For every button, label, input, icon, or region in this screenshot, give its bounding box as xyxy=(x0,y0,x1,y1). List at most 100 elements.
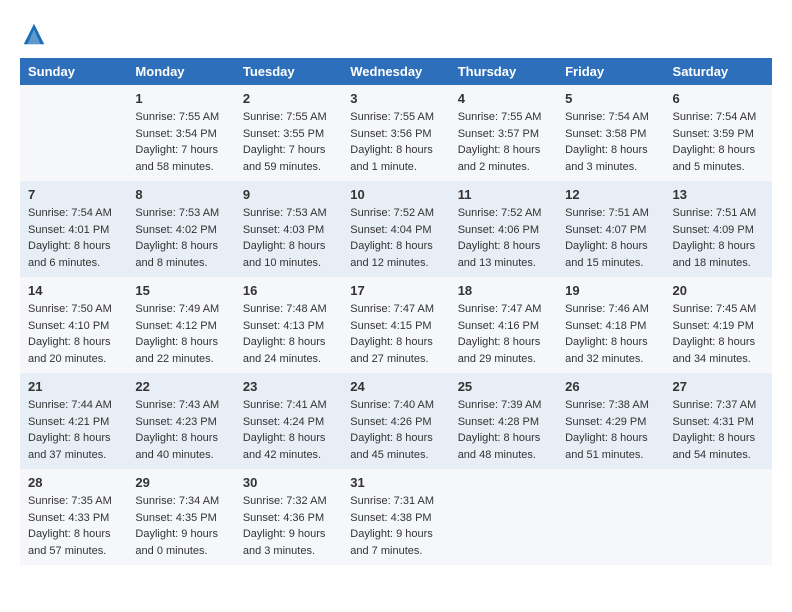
day-number: 18 xyxy=(458,283,549,298)
calendar-cell: 18 Sunrise: 7:47 AMSunset: 4:16 PMDayligh… xyxy=(450,277,557,373)
day-number: 29 xyxy=(135,475,226,490)
day-info: Sunrise: 7:53 AMSunset: 4:03 PMDaylight:… xyxy=(243,205,334,271)
week-row-3: 14Sunrise: 7:50 AMSunset: 4:10 PMDayligh… xyxy=(20,277,772,373)
page-header xyxy=(20,20,772,48)
column-header-friday: Friday xyxy=(557,58,664,85)
calendar-cell: 2 Sunrise: 7:55 AMSunset: 3:55 PMDaylight… xyxy=(235,85,342,181)
day-number: 8 xyxy=(135,187,226,202)
logo-icon xyxy=(20,20,48,48)
calendar-cell: 23 Sunrise: 7:41 AMSunset: 4:24 PMDayligh… xyxy=(235,373,342,469)
day-number: 25 xyxy=(458,379,549,394)
day-info: Sunrise: 7:47 AMSunset: 4:16 PMDaylight:… xyxy=(458,301,549,367)
day-number: 4 xyxy=(458,91,549,106)
day-info: Sunrise: 7:55 AMSunset: 3:54 PMDaylight:… xyxy=(135,109,226,175)
day-number: 17 xyxy=(350,283,441,298)
calendar-cell xyxy=(557,469,664,565)
day-number: 21 xyxy=(28,379,119,394)
day-number: 2 xyxy=(243,91,334,106)
calendar-cell: 9Sunrise: 7:53 AMSunset: 4:03 PMDaylight… xyxy=(235,181,342,277)
day-info: Sunrise: 7:52 AMSunset: 4:04 PMDaylight:… xyxy=(350,205,441,271)
day-info: Sunrise: 7:38 AMSunset: 4:29 PMDaylight:… xyxy=(565,397,656,463)
day-info: Sunrise: 7:45 AMSunset: 4:19 PMDaylight:… xyxy=(673,301,764,367)
day-number: 3 xyxy=(350,91,441,106)
calendar-cell: 31 Sunrise: 7:31 AMSunset: 4:38 PMDayligh… xyxy=(342,469,449,565)
column-header-tuesday: Tuesday xyxy=(235,58,342,85)
calendar-cell: 7 Sunrise: 7:54 AMSunset: 4:01 PMDaylight… xyxy=(20,181,127,277)
day-number: 28 xyxy=(28,475,119,490)
calendar-cell: 16Sunrise: 7:48 AMSunset: 4:13 PMDayligh… xyxy=(235,277,342,373)
column-header-wednesday: Wednesday xyxy=(342,58,449,85)
day-info: Sunrise: 7:53 AMSunset: 4:02 PMDaylight:… xyxy=(135,205,226,271)
calendar-cell: 14Sunrise: 7:50 AMSunset: 4:10 PMDayligh… xyxy=(20,277,127,373)
calendar-header-row: SundayMondayTuesdayWednesdayThursdayFrid… xyxy=(20,58,772,85)
day-number: 19 xyxy=(565,283,656,298)
day-number: 12 xyxy=(565,187,656,202)
day-info: Sunrise: 7:54 AMSunset: 3:58 PMDaylight:… xyxy=(565,109,656,175)
column-header-sunday: Sunday xyxy=(20,58,127,85)
day-number: 30 xyxy=(243,475,334,490)
day-info: Sunrise: 7:34 AMSunset: 4:35 PMDaylight:… xyxy=(135,493,226,559)
day-info: Sunrise: 7:55 AMSunset: 3:56 PMDaylight:… xyxy=(350,109,441,175)
calendar-cell xyxy=(665,469,772,565)
calendar-cell: 5 Sunrise: 7:54 AMSunset: 3:58 PMDaylight… xyxy=(557,85,664,181)
calendar-cell: 17 Sunrise: 7:47 AMSunset: 4:15 PMDayligh… xyxy=(342,277,449,373)
day-info: Sunrise: 7:32 AMSunset: 4:36 PMDaylight:… xyxy=(243,493,334,559)
calendar-cell: 12Sunrise: 7:51 AMSunset: 4:07 PMDayligh… xyxy=(557,181,664,277)
day-info: Sunrise: 7:47 AMSunset: 4:15 PMDaylight:… xyxy=(350,301,441,367)
calendar-cell: 20 Sunrise: 7:45 AMSunset: 4:19 PMDayligh… xyxy=(665,277,772,373)
calendar-cell: 4Sunrise: 7:55 AMSunset: 3:57 PMDaylight… xyxy=(450,85,557,181)
day-number: 1 xyxy=(135,91,226,106)
logo xyxy=(20,20,52,48)
day-info: Sunrise: 7:51 AMSunset: 4:09 PMDaylight:… xyxy=(673,205,764,271)
week-row-5: 28 Sunrise: 7:35 AMSunset: 4:33 PMDayligh… xyxy=(20,469,772,565)
calendar-cell: 19 Sunrise: 7:46 AMSunset: 4:18 PMDayligh… xyxy=(557,277,664,373)
day-info: Sunrise: 7:49 AMSunset: 4:12 PMDaylight:… xyxy=(135,301,226,367)
calendar-cell: 11 Sunrise: 7:52 AMSunset: 4:06 PMDayligh… xyxy=(450,181,557,277)
calendar-table: SundayMondayTuesdayWednesdayThursdayFrid… xyxy=(20,58,772,565)
day-info: Sunrise: 7:39 AMSunset: 4:28 PMDaylight:… xyxy=(458,397,549,463)
day-info: Sunrise: 7:31 AMSunset: 4:38 PMDaylight:… xyxy=(350,493,441,559)
calendar-cell xyxy=(20,85,127,181)
day-number: 23 xyxy=(243,379,334,394)
week-row-2: 7 Sunrise: 7:54 AMSunset: 4:01 PMDaylight… xyxy=(20,181,772,277)
day-number: 6 xyxy=(673,91,764,106)
day-info: Sunrise: 7:41 AMSunset: 4:24 PMDaylight:… xyxy=(243,397,334,463)
day-info: Sunrise: 7:52 AMSunset: 4:06 PMDaylight:… xyxy=(458,205,549,271)
day-number: 27 xyxy=(673,379,764,394)
calendar-cell: 24 Sunrise: 7:40 AMSunset: 4:26 PMDayligh… xyxy=(342,373,449,469)
day-number: 13 xyxy=(673,187,764,202)
day-info: Sunrise: 7:48 AMSunset: 4:13 PMDaylight:… xyxy=(243,301,334,367)
day-number: 20 xyxy=(673,283,764,298)
day-number: 11 xyxy=(458,187,549,202)
calendar-cell: 27 Sunrise: 7:37 AMSunset: 4:31 PMDayligh… xyxy=(665,373,772,469)
day-info: Sunrise: 7:54 AMSunset: 3:59 PMDaylight:… xyxy=(673,109,764,175)
day-number: 10 xyxy=(350,187,441,202)
calendar-cell: 25 Sunrise: 7:39 AMSunset: 4:28 PMDayligh… xyxy=(450,373,557,469)
column-header-saturday: Saturday xyxy=(665,58,772,85)
day-number: 15 xyxy=(135,283,226,298)
day-number: 24 xyxy=(350,379,441,394)
calendar-cell: 15 Sunrise: 7:49 AMSunset: 4:12 PMDayligh… xyxy=(127,277,234,373)
day-info: Sunrise: 7:46 AMSunset: 4:18 PMDaylight:… xyxy=(565,301,656,367)
day-number: 5 xyxy=(565,91,656,106)
calendar-cell: 30 Sunrise: 7:32 AMSunset: 4:36 PMDayligh… xyxy=(235,469,342,565)
calendar-cell: 8 Sunrise: 7:53 AMSunset: 4:02 PMDaylight… xyxy=(127,181,234,277)
calendar-cell: 1 Sunrise: 7:55 AMSunset: 3:54 PMDaylight… xyxy=(127,85,234,181)
calendar-cell: 26Sunrise: 7:38 AMSunset: 4:29 PMDayligh… xyxy=(557,373,664,469)
column-header-monday: Monday xyxy=(127,58,234,85)
column-header-thursday: Thursday xyxy=(450,58,557,85)
day-number: 22 xyxy=(135,379,226,394)
calendar-cell: 6 Sunrise: 7:54 AMSunset: 3:59 PMDaylight… xyxy=(665,85,772,181)
day-info: Sunrise: 7:35 AMSunset: 4:33 PMDaylight:… xyxy=(28,493,119,559)
day-info: Sunrise: 7:40 AMSunset: 4:26 PMDaylight:… xyxy=(350,397,441,463)
calendar-cell: 13 Sunrise: 7:51 AMSunset: 4:09 PMDayligh… xyxy=(665,181,772,277)
calendar-cell: 28 Sunrise: 7:35 AMSunset: 4:33 PMDayligh… xyxy=(20,469,127,565)
day-info: Sunrise: 7:37 AMSunset: 4:31 PMDaylight:… xyxy=(673,397,764,463)
calendar-cell: 22 Sunrise: 7:43 AMSunset: 4:23 PMDayligh… xyxy=(127,373,234,469)
day-info: Sunrise: 7:55 AMSunset: 3:55 PMDaylight:… xyxy=(243,109,334,175)
day-info: Sunrise: 7:54 AMSunset: 4:01 PMDaylight:… xyxy=(28,205,119,271)
day-info: Sunrise: 7:44 AMSunset: 4:21 PMDaylight:… xyxy=(28,397,119,463)
day-number: 7 xyxy=(28,187,119,202)
day-number: 31 xyxy=(350,475,441,490)
day-info: Sunrise: 7:43 AMSunset: 4:23 PMDaylight:… xyxy=(135,397,226,463)
